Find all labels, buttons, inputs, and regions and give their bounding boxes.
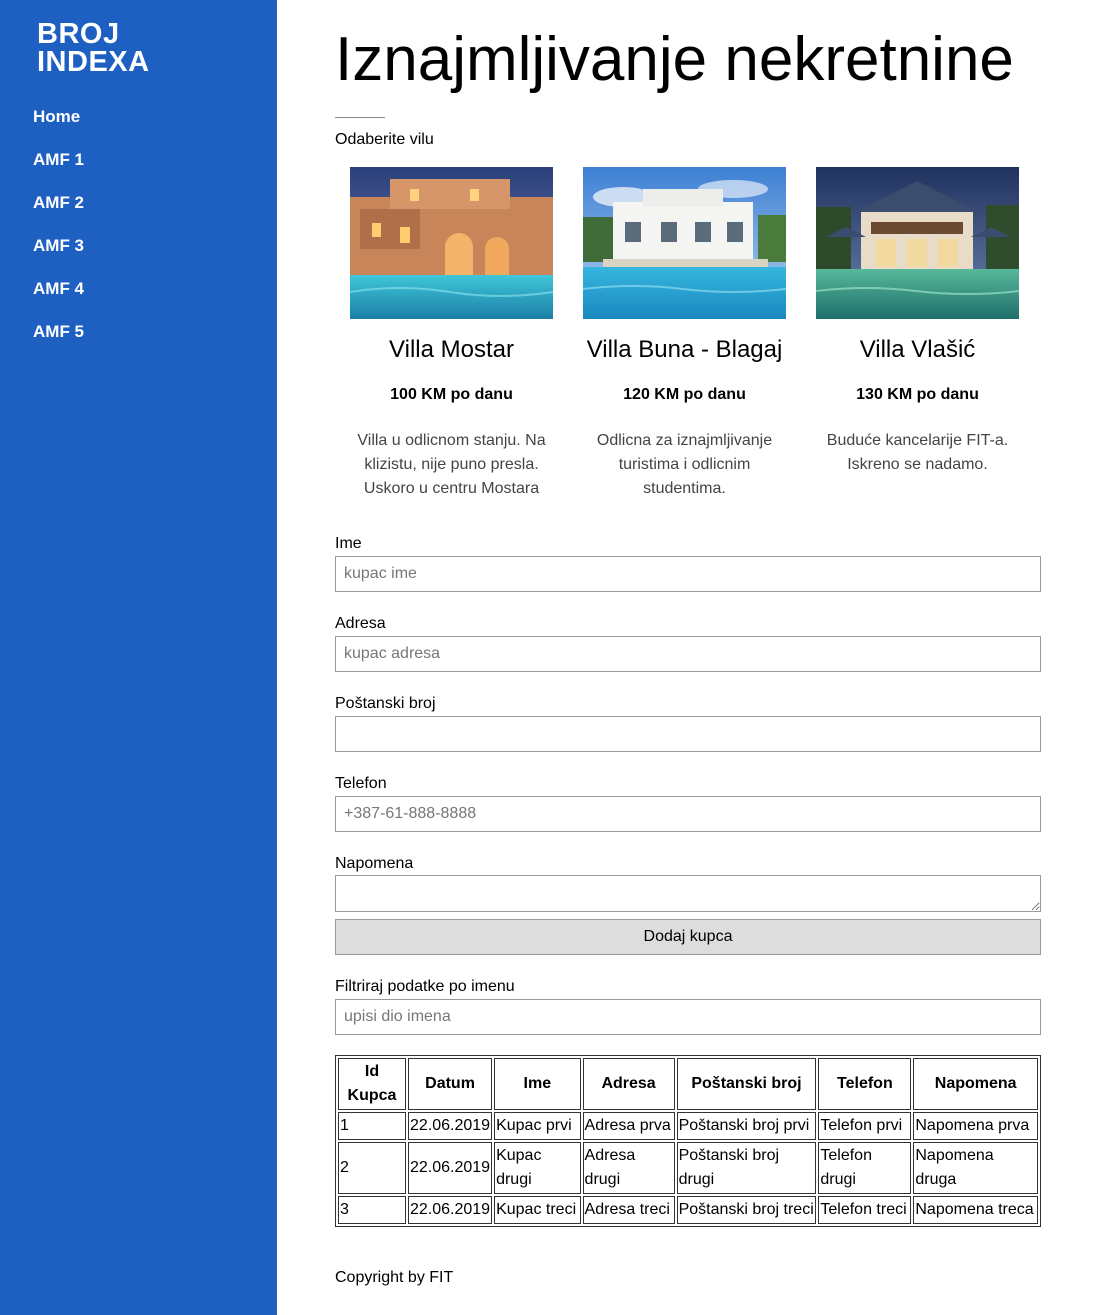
villa-price: 130 KM po danu (856, 386, 979, 403)
villa-mostar-photo (350, 167, 553, 319)
title-divider (335, 117, 385, 118)
cell-telefon: Telefon treci (818, 1196, 912, 1224)
table-row: 3 22.06.2019 Kupac treci Adresa treci Po… (338, 1196, 1038, 1224)
nav-item-home[interactable]: Home (33, 106, 84, 149)
header-telefon[interactable]: Telefon (818, 1058, 912, 1110)
table-row: 1 22.06.2019 Kupac prvi Adresa prva Pošt… (338, 1112, 1038, 1140)
cell-adresa: Adresa treci (582, 1196, 675, 1224)
postanski-broj-label: Poštanski broj (335, 695, 436, 712)
cell-ime: Kupac treci (494, 1196, 581, 1224)
telefon-label: Telefon (335, 775, 387, 792)
villa-description: Villa u odlicnom stanju. Na klizistu, ni… (357, 432, 546, 497)
header-napomena[interactable]: Napomena (913, 1058, 1038, 1110)
header-ime[interactable]: Ime (494, 1058, 581, 1110)
ime-input[interactable] (335, 556, 1041, 592)
villa-name: Villa Buna - Blagaj (586, 336, 783, 363)
add-customer-button[interactable]: Dodaj kupca (335, 919, 1041, 955)
ime-label: Ime (335, 535, 362, 552)
cell-id: 1 (338, 1112, 406, 1140)
cell-telefon: Telefon prvi (818, 1112, 912, 1140)
cell-adresa: Adresa drugi (582, 1142, 675, 1194)
villa-card-vlasic[interactable]: Villa Vlašić 130 KM po danu Buduće kance… (801, 167, 1034, 477)
villa-name: Villa Mostar (389, 336, 514, 363)
header-id-kupca[interactable]: Id Kupca (338, 1058, 406, 1110)
villa-card-mostar[interactable]: Villa Mostar 100 KM po danu Villa u odli… (335, 167, 568, 501)
villa-name: Villa Vlašić (859, 336, 976, 363)
cell-postanski-broj: Poštanski broj drugi (676, 1142, 817, 1194)
header-datum[interactable]: Datum (408, 1058, 493, 1110)
footer-copyright: Copyright by FIT (335, 1269, 454, 1286)
nav-item-amf-4[interactable]: AMF 4 (33, 278, 84, 321)
brand-title: BROJ INDEXA (37, 18, 150, 78)
cell-ime: Kupac drugi (494, 1142, 581, 1194)
cell-id: 2 (338, 1142, 406, 1194)
adresa-input[interactable] (335, 636, 1041, 672)
cell-napomena: Napomena treca (913, 1196, 1038, 1224)
napomena-label: Napomena (335, 855, 414, 872)
nav-item-amf-5[interactable]: AMF 5 (33, 321, 84, 364)
cell-datum: 22.06.2019 (408, 1112, 493, 1140)
cell-adresa: Adresa prva (582, 1112, 675, 1140)
header-adresa[interactable]: Adresa (582, 1058, 675, 1110)
nav-item-amf-2[interactable]: AMF 2 (33, 192, 84, 235)
cell-postanski-broj: Poštanski broj treci (676, 1196, 817, 1224)
villa-card-buna-blagaj[interactable]: Villa Buna - Blagaj 120 KM po danu Odlic… (568, 167, 801, 501)
villa-price: 100 KM po danu (390, 386, 513, 403)
villa-description: Buduće kancelarije FIT-a. Iskreno se nad… (826, 432, 1009, 473)
cell-ime: Kupac prvi (494, 1112, 581, 1140)
postanski-broj-input[interactable] (335, 716, 1041, 752)
nav-item-amf-3[interactable]: AMF 3 (33, 235, 84, 278)
filter-label: Filtriraj podatke po imenu (335, 978, 515, 995)
cell-datum: 22.06.2019 (408, 1196, 493, 1224)
page-title: Iznajmljivanje nekretnine (335, 25, 1014, 94)
cell-telefon: Telefon drugi (818, 1142, 912, 1194)
choose-villa-label: Odaberite vilu (335, 131, 434, 148)
cell-napomena: Napomena druga (913, 1142, 1038, 1194)
cell-postanski-broj: Poštanski broj prvi (676, 1112, 817, 1140)
napomena-textarea[interactable] (335, 875, 1041, 912)
cell-napomena: Napomena prva (913, 1112, 1038, 1140)
telefon-input[interactable] (335, 796, 1041, 832)
cell-datum: 22.06.2019 (408, 1142, 493, 1194)
villa-vlasic-photo (816, 167, 1019, 319)
filter-input[interactable] (335, 999, 1041, 1035)
villa-price: 120 KM po danu (623, 386, 746, 403)
table-row: 2 22.06.2019 Kupac drugi Adresa drugi Po… (338, 1142, 1038, 1194)
table-header-row: Id Kupca Datum Ime Adresa Poštanski broj… (338, 1058, 1038, 1110)
cell-id: 3 (338, 1196, 406, 1224)
adresa-label: Adresa (335, 615, 386, 632)
villa-description: Odlicna za iznajmljivanje turistima i od… (596, 432, 773, 497)
header-postanski-broj[interactable]: Poštanski broj (676, 1058, 817, 1110)
nav-item-amf-1[interactable]: AMF 1 (33, 149, 84, 192)
sidebar-nav: Home AMF 1 AMF 2 AMF 3 AMF 4 AMF 5 (33, 106, 84, 364)
sidebar: BROJ INDEXA Home AMF 1 AMF 2 AMF 3 AMF 4… (0, 0, 277, 1315)
customers-table: Id Kupca Datum Ime Adresa Poštanski broj… (335, 1055, 1041, 1227)
villa-buna-photo (583, 167, 786, 319)
